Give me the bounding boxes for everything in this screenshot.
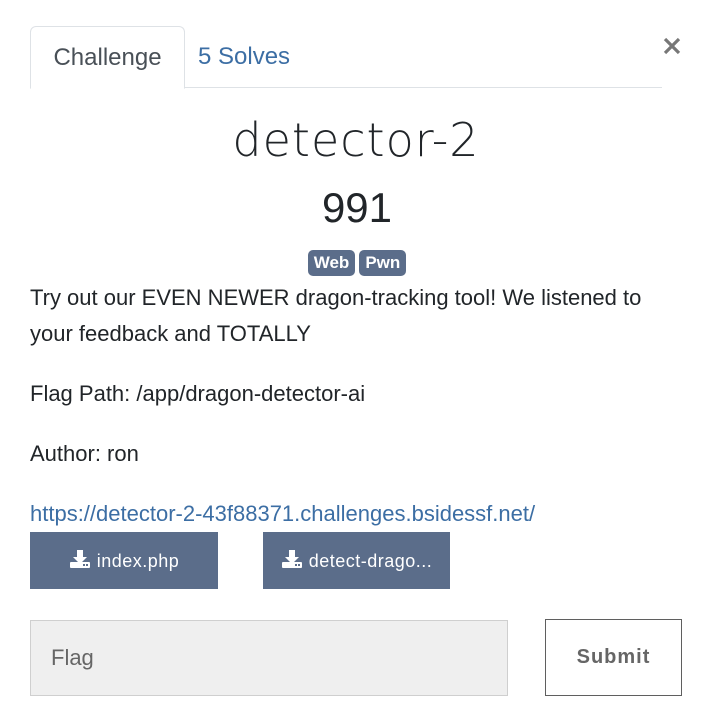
download-icon bbox=[69, 550, 90, 569]
challenge-link[interactable]: https://detector-2-43f88371.challenges.b… bbox=[30, 496, 535, 532]
file-download-button[interactable]: detect-drago... bbox=[263, 532, 450, 589]
close-icon bbox=[663, 37, 681, 55]
tag-badge: Pwn bbox=[359, 250, 407, 276]
file-download-button[interactable]: index.php bbox=[30, 532, 218, 589]
file-name: detect-drago... bbox=[308, 550, 433, 571]
submit-button[interactable]: Submit bbox=[545, 619, 682, 696]
tab-solves[interactable]: 5 Solves bbox=[198, 26, 308, 88]
flag-input[interactable] bbox=[30, 620, 508, 696]
challenge-tabs: Challenge 5 Solves bbox=[30, 26, 662, 89]
tag-badge: Web bbox=[307, 250, 356, 276]
challenge-modal: Challenge 5 Solves detector-2 991 Web Pw… bbox=[0, 0, 719, 728]
close-button[interactable] bbox=[656, 28, 688, 62]
challenge-value: 991 bbox=[321, 184, 393, 231]
challenge-name: detector-2 bbox=[232, 113, 480, 167]
download-icon bbox=[281, 550, 302, 569]
challenge-flag-path: Flag Path: /app/dragon-detector-ai bbox=[30, 381, 366, 406]
file-name: index.php bbox=[96, 550, 180, 571]
challenge-description: Try out our EVEN NEWER dragon-tracking t… bbox=[30, 285, 642, 346]
challenge-tags: Web Pwn bbox=[0, 250, 714, 276]
challenge-author: Author: ron bbox=[30, 441, 139, 466]
tab-challenge[interactable]: Challenge bbox=[30, 26, 185, 89]
